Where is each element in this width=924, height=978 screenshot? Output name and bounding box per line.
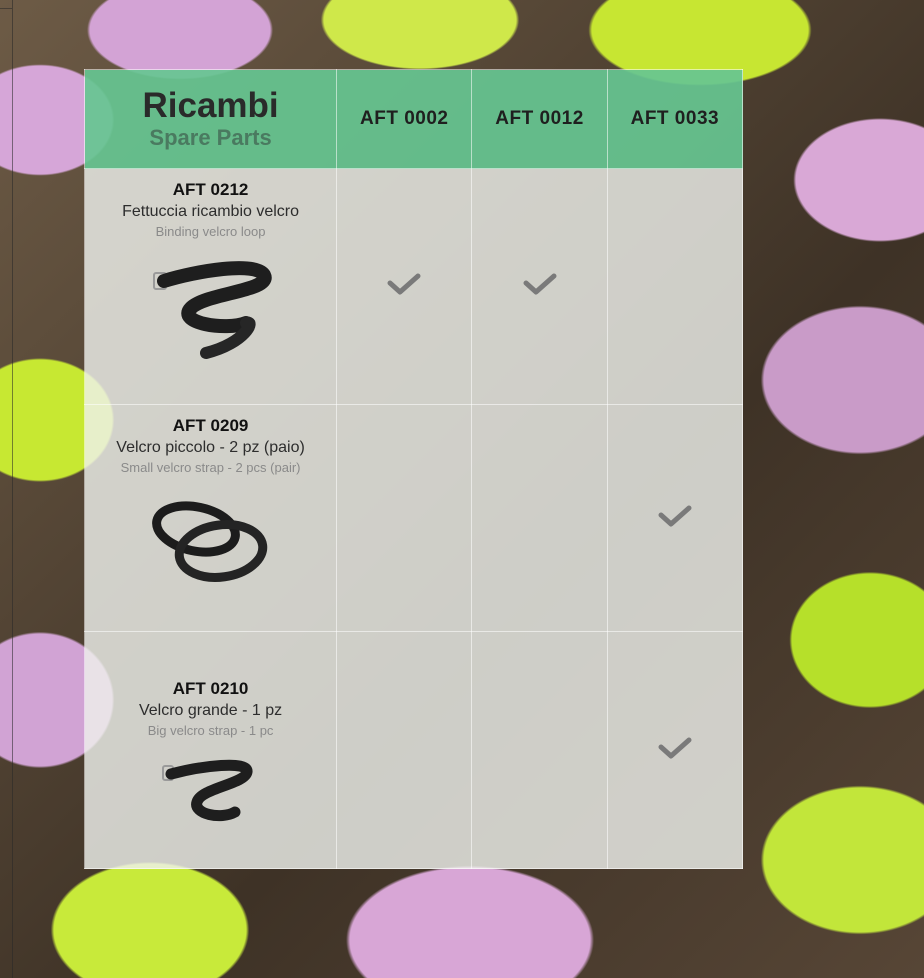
frame-divider — [12, 0, 13, 978]
part-name-it: Velcro piccolo - 2 pz (paio) — [116, 439, 305, 456]
compat-cell — [336, 168, 473, 405]
velcro-strap-image — [161, 759, 252, 822]
table-subtitle: Spare Parts — [149, 125, 272, 150]
velcro-strap-image — [152, 261, 272, 359]
compat-cell — [336, 404, 473, 632]
compat-cell — [606, 404, 744, 632]
part-code: AFT 0209 — [172, 416, 249, 435]
checkmark-icon — [658, 505, 692, 526]
part-cell: AFT 0212 Fettuccia ricambio velcro Bindi… — [83, 168, 338, 405]
column-header-aft0033: AFT 0033 — [606, 69, 744, 169]
table-row: AFT 0209 Velcro piccolo - 2 pz (paio) Sm… — [83, 404, 744, 632]
compat-cell — [471, 404, 608, 632]
part-name-en: Small velcro strap - 2 pcs (pair) — [120, 460, 301, 475]
part-cell: AFT 0210 Velcro grande - 1 pz Big velcro… — [83, 631, 338, 869]
spare-parts-table: Ricambi Spare Parts AFT 0002 AFT 0012 AF… — [83, 69, 744, 869]
part-name-en: Binding velcro loop — [155, 224, 266, 239]
part-name-en: Big velcro strap - 1 pc — [147, 723, 274, 738]
column-header-aft0002: AFT 0002 — [336, 69, 473, 169]
compat-cell — [606, 631, 744, 869]
part-cell: AFT 0209 Velcro piccolo - 2 pz (paio) Sm… — [83, 404, 338, 632]
table-header-row: Ricambi Spare Parts AFT 0002 AFT 0012 AF… — [83, 69, 744, 169]
header-title-cell: Ricambi Spare Parts — [83, 69, 338, 169]
column-header-aft0012: AFT 0012 — [471, 69, 608, 169]
compat-cell — [606, 168, 744, 405]
checkmark-icon — [658, 737, 692, 758]
velcro-strap-image — [151, 501, 267, 582]
part-code: AFT 0210 — [172, 679, 249, 698]
frame-divider-top — [0, 8, 12, 9]
table-row: AFT 0212 Fettuccia ricambio velcro Bindi… — [83, 168, 744, 405]
table-row: AFT 0210 Velcro grande - 1 pz Big velcro… — [83, 631, 744, 869]
compat-cell — [471, 631, 608, 869]
part-code: AFT 0212 — [172, 180, 249, 199]
part-name-it: Fettuccia ricambio velcro — [122, 203, 300, 220]
compat-cell — [471, 168, 608, 405]
checkmark-icon — [523, 273, 557, 295]
checkmark-icon — [387, 273, 421, 295]
table-title: Ricambi — [142, 86, 279, 125]
part-name-it: Velcro grande - 1 pz — [138, 702, 283, 719]
compat-cell — [336, 631, 473, 869]
